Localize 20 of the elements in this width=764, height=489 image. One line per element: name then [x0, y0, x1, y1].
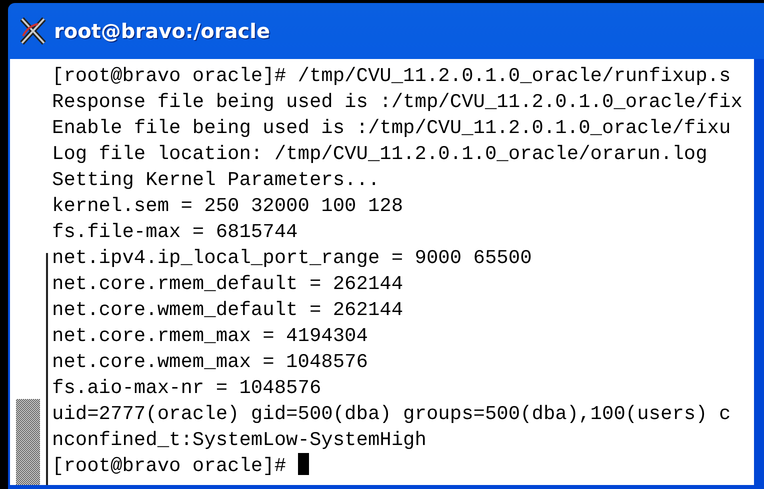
terminal-line: net.core.rmem_default = 262144	[52, 272, 404, 297]
window-title: root@bravo:/oracle	[54, 19, 270, 43]
scrollbar-thumb[interactable]	[16, 399, 40, 485]
x-logo-icon	[18, 16, 48, 46]
terminal-line: nconfined_t:SystemLow-SystemHigh	[52, 428, 426, 453]
terminal-line: [root@bravo oracle]# /tmp/CVU_11.2.0.1.0_oracle/runfixup.s	[52, 64, 731, 89]
terminal-line: net.core.rmem_max = 4194304	[52, 324, 368, 349]
terminal-line: fs.file-max = 6815744	[52, 220, 298, 245]
terminal-line: Setting Kernel Parameters...	[52, 168, 380, 193]
cursor-icon	[298, 453, 309, 475]
terminal-line: net.core.wmem_default = 262144	[52, 298, 404, 323]
terminal-line: uid=2777(oracle) gid=500(dba) groups=500(dba),100(users) c	[52, 402, 731, 427]
terminal-line: Enable file being used is :/tmp/CVU_11.2.0.1.0_oracle/fixu	[52, 116, 731, 141]
terminal-line: fs.aio-max-nr = 1048576	[52, 376, 322, 401]
terminal-line: Response file being used is :/tmp/CVU_11.2.0.1.0_oracle/fix	[52, 90, 742, 115]
terminal-line: net.ipv4.ip_local_port_range = 9000 65500	[52, 246, 532, 271]
terminal-line: kernel.sem = 250 32000 100 128	[52, 194, 404, 219]
terminal-line: Log file location: /tmp/CVU_11.2.0.1.0_oracle/orarun.log	[52, 142, 708, 167]
terminal-line: [root@bravo oracle]#	[52, 453, 309, 479]
terminal-line: net.core.wmem_max = 1048576	[52, 350, 368, 375]
